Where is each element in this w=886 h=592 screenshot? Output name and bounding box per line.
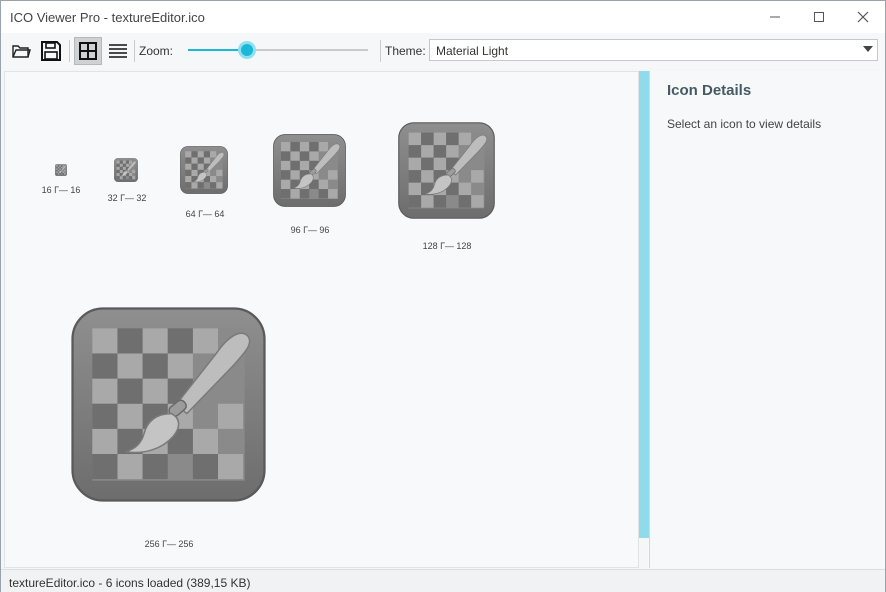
texture-editor-icon: [398, 122, 495, 219]
icon-size-label: 128 Г— 128: [422, 241, 472, 251]
texture-editor-icon: [55, 164, 67, 176]
save-button[interactable]: [37, 37, 65, 65]
open-button[interactable]: [7, 37, 35, 65]
theme-label: Theme:: [385, 44, 426, 58]
panel-divider: [649, 71, 650, 568]
texture-editor-icon: [71, 307, 266, 502]
app-window: ICO Viewer Pro - textureEditor.ico Zoom:…: [0, 0, 886, 592]
toolbar: Zoom: Theme: Material Light: [1, 33, 885, 69]
maximize-button[interactable]: [797, 1, 841, 33]
list-view-button[interactable]: [104, 37, 132, 65]
close-button[interactable]: [841, 1, 885, 33]
zoom-slider[interactable]: [188, 41, 368, 59]
details-hint: Select an icon to view details: [667, 117, 822, 131]
toolbar-separator: [380, 40, 381, 62]
icon-size-label: 64 Г— 64: [185, 209, 225, 219]
list-view-icon: [109, 44, 127, 58]
title-bar: ICO Viewer Pro - textureEditor.ico: [1, 1, 885, 33]
grid-view-icon: [79, 42, 97, 60]
minimize-icon: [770, 16, 780, 18]
close-icon: [857, 11, 869, 23]
details-panel: Icon Details Select an icon to view deta…: [651, 71, 885, 568]
theme-select[interactable]: Material Light: [429, 39, 878, 61]
status-bar: textureEditor.ico - 6 icons loaded (389,…: [1, 569, 885, 592]
icon-size-label: 32 Г— 32: [107, 193, 147, 203]
folder-open-icon: [12, 45, 31, 58]
grid-view-button[interactable]: [74, 37, 102, 65]
maximize-icon: [814, 12, 824, 22]
details-title: Icon Details: [667, 82, 752, 99]
minimize-button[interactable]: [753, 1, 797, 33]
toolbar-separator: [134, 40, 135, 62]
status-text: textureEditor.ico - 6 icons loaded (389,…: [9, 576, 251, 590]
gallery-scrollbar[interactable]: [639, 71, 649, 538]
chevron-down-icon: [863, 46, 873, 52]
theme-select-value: Material Light: [436, 44, 509, 58]
icon-size-label: 16 Г— 16: [41, 185, 81, 195]
icon-size-label: 256 Г— 256: [144, 539, 194, 549]
save-icon: [41, 41, 61, 61]
texture-editor-icon: [273, 134, 346, 207]
zoom-label: Zoom:: [139, 44, 174, 58]
texture-editor-icon: [114, 158, 138, 182]
icon-gallery: 16 Г— 16 32 Г— 32 64 Г— 64 96 Г— 96 128 …: [4, 71, 639, 568]
window-title: ICO Viewer Pro - textureEditor.ico: [10, 10, 205, 25]
toolbar-separator: [69, 40, 70, 62]
texture-editor-icon: [180, 146, 228, 194]
icon-size-label: 96 Г— 96: [290, 225, 330, 235]
